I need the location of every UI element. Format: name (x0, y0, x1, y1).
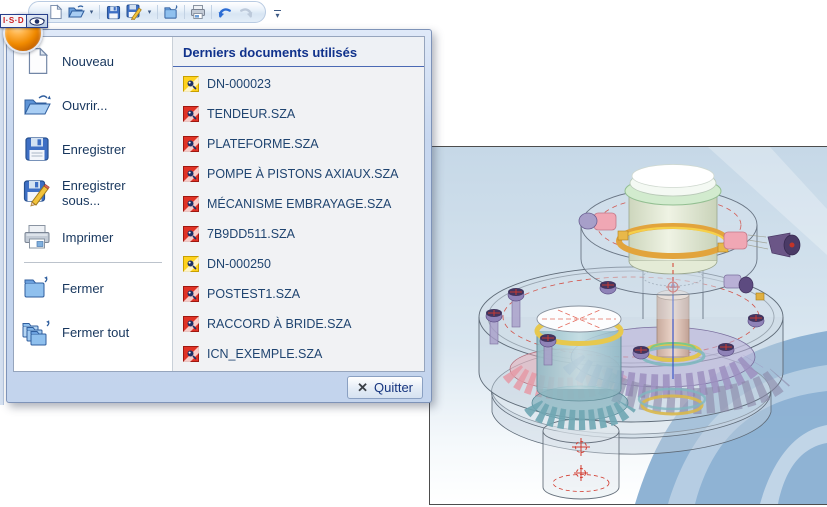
helios-doc-icon-yellow (183, 76, 199, 92)
save-as-dropdown-caret[interactable]: ▾ (145, 8, 154, 16)
print-icon (191, 5, 205, 19)
sza-doc-icon-red (183, 106, 199, 122)
recent-doc-label: 7B9DD511.SZA (207, 227, 296, 241)
recent-doc-label: PLATEFORME.SZA (207, 137, 319, 151)
recent-doc-dn-000023[interactable]: DN-000023 (173, 69, 424, 99)
redo-button[interactable] (236, 3, 256, 21)
sza-doc-icon-red (183, 316, 199, 332)
eye-icon (26, 15, 48, 27)
helios-doc-icon-yellow (183, 256, 199, 272)
recent-doc-label: POSTEST1.SZA (207, 287, 301, 301)
save-as-button[interactable] (124, 3, 144, 21)
recent-doc-plateforme[interactable]: PLATEFORME.SZA (173, 129, 424, 159)
window-frame-edge (0, 28, 4, 405)
save-icon (106, 5, 120, 19)
cad-3d-viewport[interactable] (429, 146, 827, 505)
menu-commands-pane: Nouveau Ouvrir... Enregistrer Enregistre… (14, 37, 172, 371)
toolbar-separator (99, 5, 100, 19)
sza-doc-icon-red (183, 136, 199, 152)
recent-documents-list: DN-000023 TENDEUR.SZA PLATEFORME.SZA POM… (173, 67, 424, 371)
sza-doc-icon-red (183, 196, 199, 212)
open-folder-icon (67, 5, 85, 18)
quit-button[interactable]: ✕ Quitter (347, 375, 423, 399)
recent-doc-icn-exemple[interactable]: ICN_EXEMPLE.SZA (173, 339, 424, 369)
menu-item-label: Fermer tout (62, 324, 130, 340)
undo-button[interactable] (215, 3, 235, 21)
sza-doc-icon-red (183, 226, 199, 242)
recent-doc-postest1[interactable]: POSTEST1.SZA (173, 279, 424, 309)
assembly-foot-cylinder (542, 418, 620, 500)
save-as-icon (126, 4, 142, 20)
recent-doc-label: DN-000250 (207, 257, 271, 271)
menu-item-imprimer[interactable]: Imprimer (14, 215, 172, 259)
save-button[interactable] (103, 3, 123, 21)
toolbar-more-icon: ▾ (274, 10, 281, 20)
recent-doc-label: MÉCANISME EMBRAYAGE.SZA (207, 197, 392, 211)
menu-item-enregistrer-sous[interactable]: Enregistrer sous... (14, 171, 172, 215)
close-document-button[interactable] (161, 3, 181, 21)
menu-separator (24, 262, 162, 263)
open-button[interactable] (66, 3, 86, 21)
redo-icon (240, 7, 253, 18)
close-document-icon (22, 273, 52, 303)
recent-documents-header: Derniers documents utilisés (173, 37, 424, 67)
recent-doc-pompe[interactable]: POMPE À PISTONS AXIAUX.SZA (173, 159, 424, 189)
close-x-icon: ✕ (357, 379, 368, 395)
open-dropdown-caret[interactable]: ▾ (87, 8, 96, 16)
menu-item-fermer-tout[interactable]: Fermer tout (14, 310, 172, 354)
menu-item-enregistrer[interactable]: Enregistrer (14, 127, 172, 171)
quit-button-label: Quitter (373, 379, 413, 395)
new-document-icon (49, 4, 62, 20)
application-menu-body: Nouveau Ouvrir... Enregistrer Enregistre… (13, 36, 425, 372)
sza-doc-icon-red (183, 166, 199, 182)
save-as-icon (22, 178, 52, 208)
quick-access-toolbar: ▾ ▾ (28, 1, 266, 23)
print-button[interactable] (188, 3, 208, 21)
toolbar-separator (211, 5, 212, 19)
sza-doc-icon-red (183, 346, 199, 362)
toolbar-separator (157, 5, 158, 19)
menu-item-label: Imprimer (62, 229, 114, 245)
menu-item-label: Ouvrir... (62, 97, 108, 113)
open-folder-icon (22, 90, 52, 120)
menu-item-ouvrir[interactable]: Ouvrir... (14, 83, 172, 127)
recent-doc-tendeur[interactable]: TENDEUR.SZA (173, 99, 424, 129)
sza-doc-icon-red (183, 286, 199, 302)
menu-item-label: Enregistrer (62, 141, 126, 157)
close-all-icon (22, 317, 52, 347)
recent-doc-label: POMPE À PISTONS AXIAUX.SZA (207, 167, 399, 181)
application-menu-footer: ✕ Quitter (13, 372, 425, 402)
recent-doc-dn-000250[interactable]: DN-000250 (173, 249, 424, 279)
recent-doc-label: ICN_EXEMPLE.SZA (207, 347, 323, 361)
menu-item-label: Nouveau (62, 53, 115, 69)
application-menu: Nouveau Ouvrir... Enregistrer Enregistre… (6, 29, 432, 403)
brand-badge: I·S·D (0, 14, 49, 28)
recent-doc-7b9dd511[interactable]: 7B9DD511.SZA (173, 219, 424, 249)
recent-documents-pane: Derniers documents utilisés DN-000023 TE… (172, 37, 424, 371)
save-icon (22, 134, 52, 164)
recent-doc-label: TENDEUR.SZA (207, 107, 296, 121)
menu-item-label: Enregistrer sous... (62, 178, 126, 208)
recent-doc-label: RACCORD À BRIDE.SZA (207, 317, 352, 331)
undo-icon (218, 7, 231, 18)
cad-assembly-drawing (430, 147, 827, 504)
recent-doc-raccord[interactable]: RACCORD À BRIDE.SZA (173, 309, 424, 339)
recent-doc-label: DN-000023 (207, 77, 271, 91)
print-icon (22, 222, 52, 252)
toolbar-customize-button[interactable]: ▾ (270, 3, 285, 20)
toolbar-separator (184, 5, 185, 19)
menu-item-fermer[interactable]: Fermer (14, 266, 172, 310)
recent-doc-mecanisme[interactable]: MÉCANISME EMBRAYAGE.SZA (173, 189, 424, 219)
close-folder-icon (164, 4, 178, 19)
brand-logo-text: I·S·D (3, 16, 25, 25)
assembly-green-cylinder (616, 164, 730, 275)
menu-item-label: Fermer (62, 280, 104, 296)
